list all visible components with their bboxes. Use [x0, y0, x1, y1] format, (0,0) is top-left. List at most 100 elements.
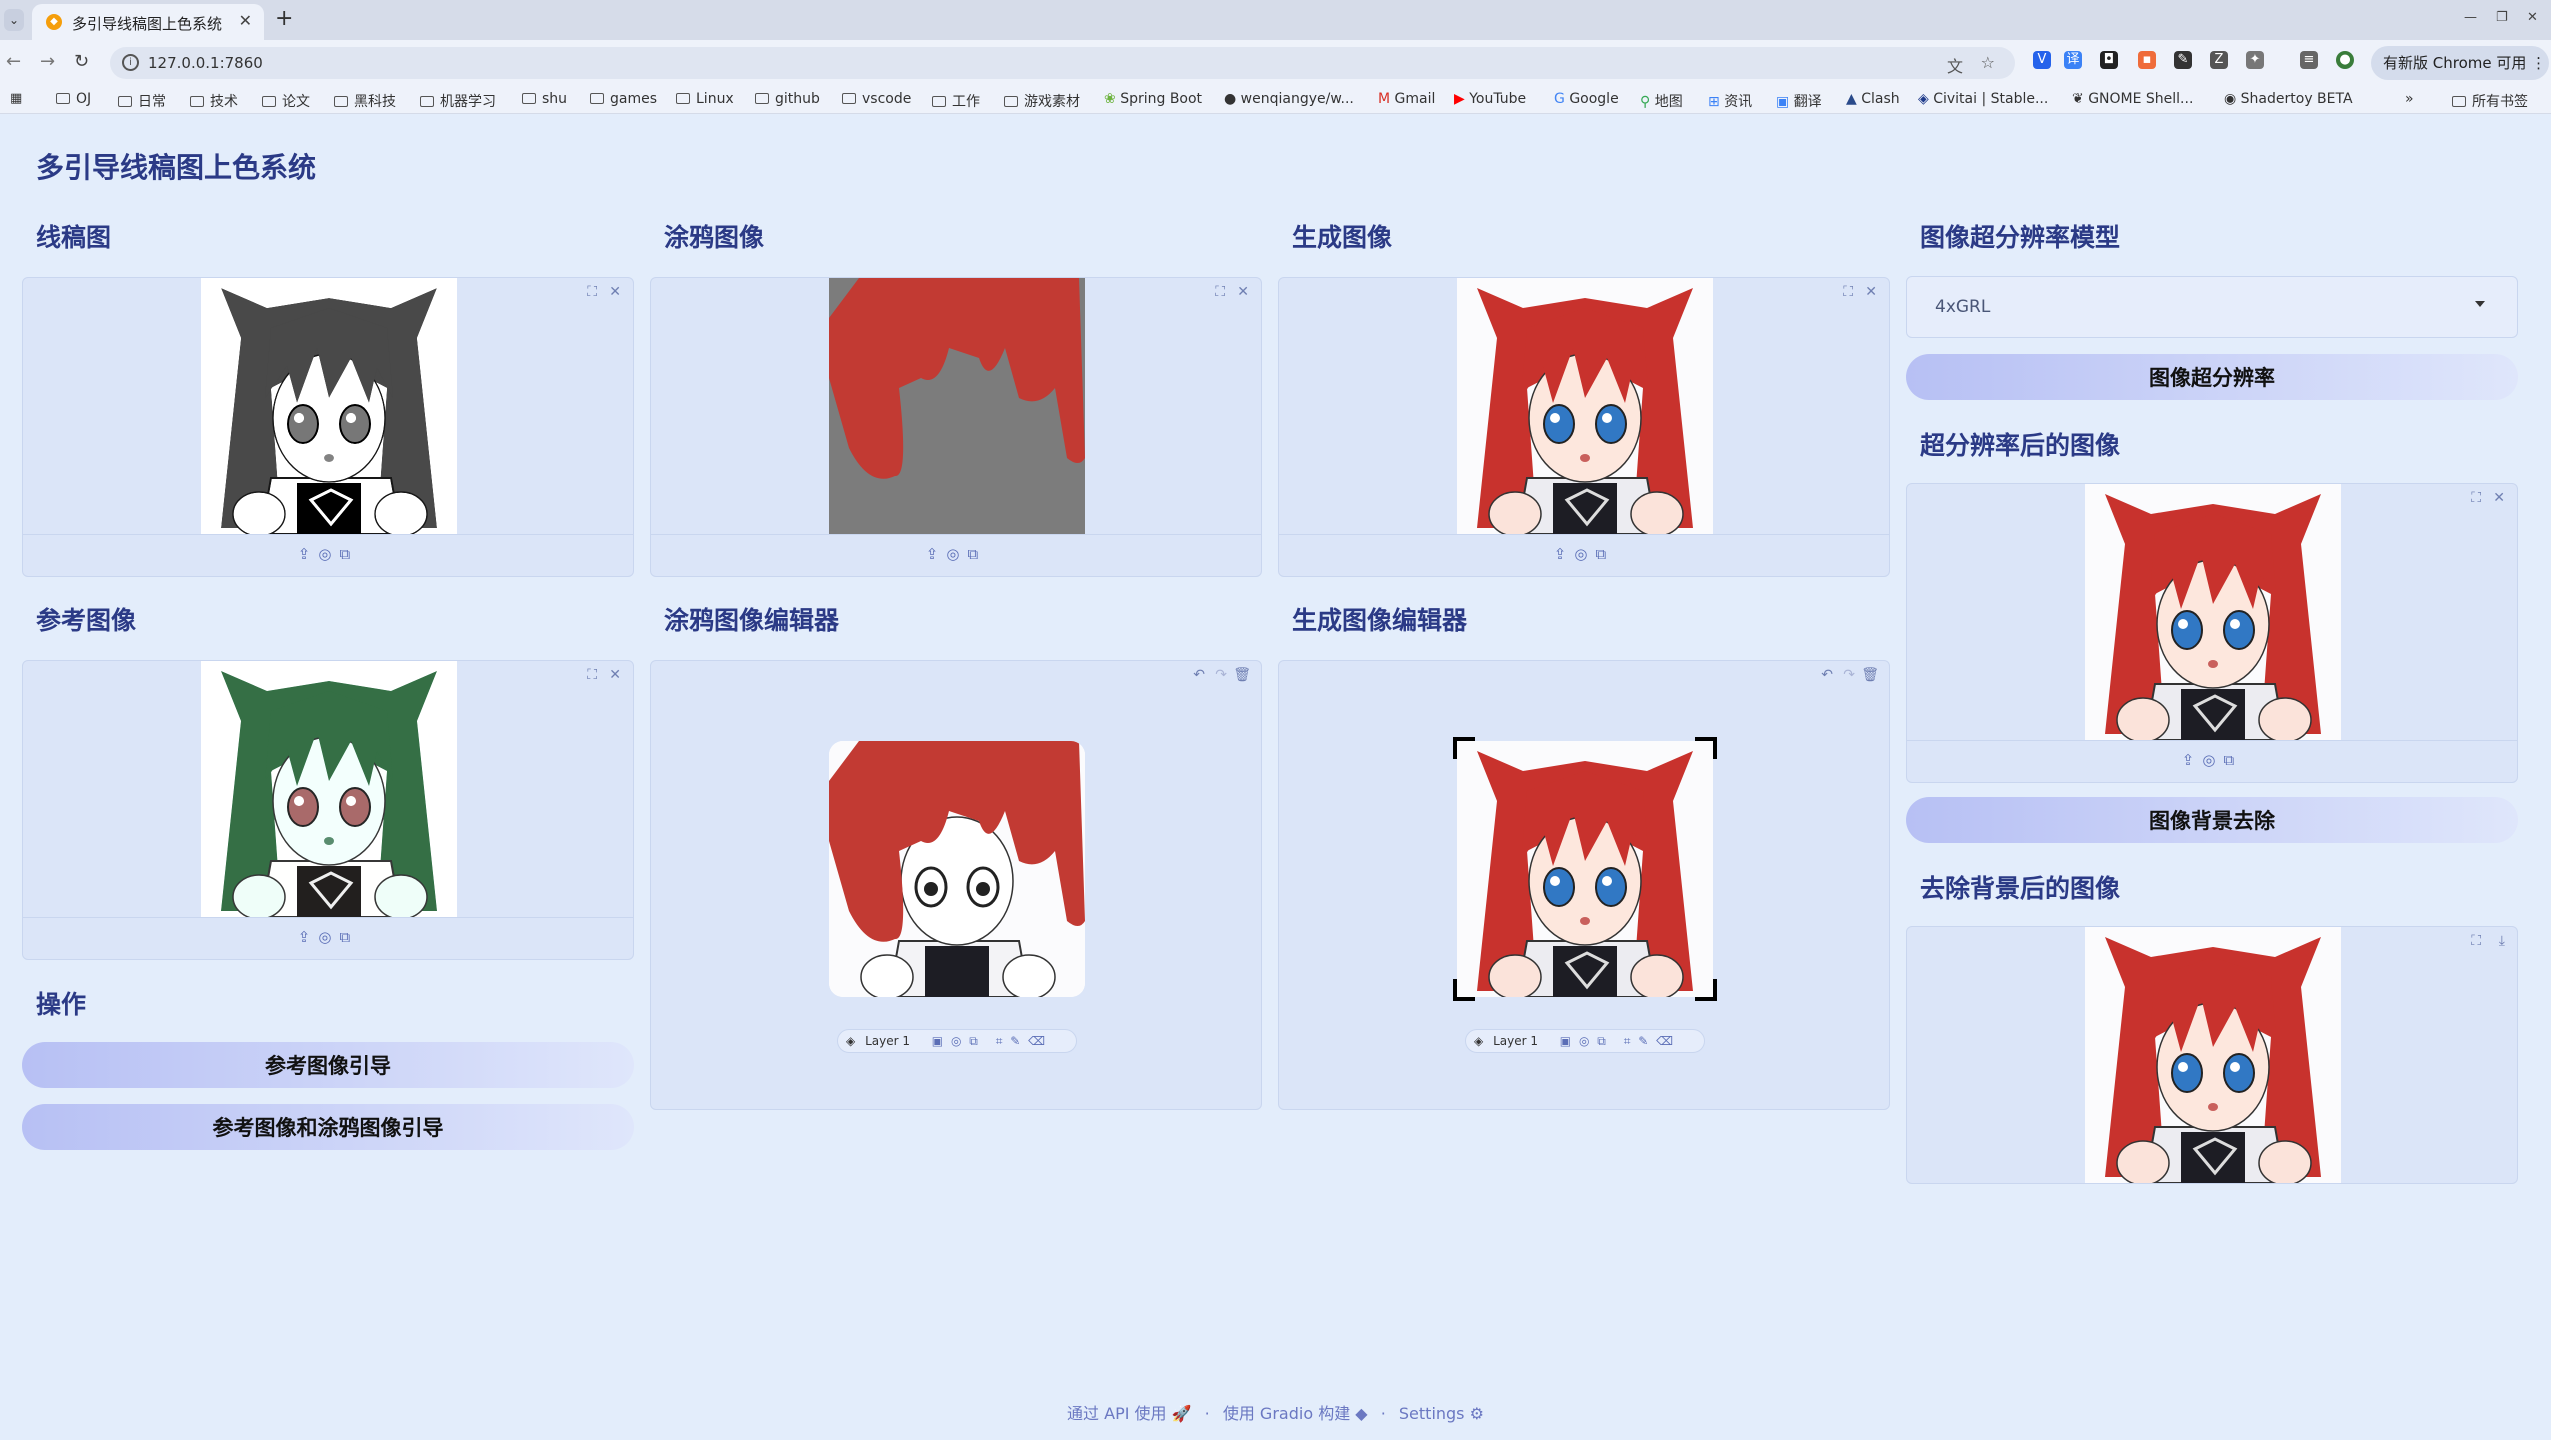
bookmark-ml[interactable]: 机器学习: [420, 91, 496, 111]
all-bookmarks[interactable]: 所有书签: [2452, 91, 2528, 111]
layer-name[interactable]: Layer 1: [865, 1034, 910, 1048]
bookmark-linux[interactable]: Linux: [676, 91, 734, 107]
webcam-icon[interactable]: ◎: [318, 928, 339, 946]
extension-v-icon[interactable]: V: [2033, 51, 2051, 69]
image-upload-icon[interactable]: ▣: [1560, 1034, 1571, 1048]
scribble-editor-canvas[interactable]: [829, 741, 1085, 997]
webcam-icon[interactable]: ◎: [951, 1034, 961, 1048]
crop-handle[interactable]: [1695, 979, 1717, 1001]
bookmark-maps[interactable]: ⚲ 地图: [1640, 91, 1683, 111]
extension-translate-icon[interactable]: 译: [2064, 51, 2082, 69]
bookmark-blacktech[interactable]: 黑科技: [334, 91, 396, 111]
bookmarks-overflow-icon[interactable]: »: [2405, 91, 2414, 107]
bookmark-gnome-shell[interactable]: ❦ GNOME Shell...: [2072, 91, 2193, 107]
eraser-icon[interactable]: ⌫: [1656, 1034, 1673, 1048]
bookmark-games[interactable]: games: [590, 91, 657, 107]
trash-icon[interactable]: 🗑: [1233, 667, 1251, 683]
sr-model-dropdown[interactable]: 4xGRL: [1906, 276, 2518, 338]
webcam-icon[interactable]: ◎: [946, 545, 967, 563]
webcam-icon[interactable]: ◎: [2202, 751, 2223, 769]
back-icon[interactable]: ←: [6, 51, 21, 72]
bookmark-youtube[interactable]: ▶ YouTube: [1454, 91, 1526, 107]
site-info-icon[interactable]: i: [122, 54, 139, 71]
undo-icon[interactable]: ↶: [1821, 667, 1833, 683]
upload-icon[interactable]: ⇪: [298, 928, 319, 946]
clear-icon[interactable]: ✕: [1237, 284, 1249, 300]
bookmark-daily[interactable]: 日常: [118, 91, 166, 111]
reference-guide-button[interactable]: 参考图像引导: [22, 1042, 634, 1088]
redo-icon[interactable]: ↷: [1215, 667, 1227, 683]
clipboard-icon[interactable]: ⧉: [969, 1034, 978, 1048]
bookmark-shu[interactable]: shu: [522, 91, 567, 107]
layers-icon[interactable]: ◈: [846, 1034, 855, 1048]
profile-avatar-icon[interactable]: ●: [2336, 51, 2354, 69]
bookmark-work[interactable]: 工作: [932, 91, 980, 111]
upload-icon[interactable]: ⇪: [926, 545, 947, 563]
bookmark-tech[interactable]: 技术: [190, 91, 238, 111]
translate-icon[interactable]: 文: [1947, 53, 1963, 77]
crop-handle[interactable]: [1695, 737, 1717, 759]
bookmark-vscode[interactable]: vscode: [842, 91, 911, 107]
layers-icon[interactable]: ◈: [1474, 1034, 1483, 1048]
clipboard-icon[interactable]: ⧉: [967, 545, 986, 563]
extension-leaf-icon[interactable]: ✎: [2174, 51, 2192, 69]
gradio-link[interactable]: 使用 Gradio 构建 ◆: [1223, 1404, 1368, 1423]
close-tab-icon[interactable]: ✕: [239, 11, 252, 30]
clear-icon[interactable]: ✕: [2493, 490, 2505, 506]
clear-icon[interactable]: ✕: [1865, 284, 1877, 300]
trash-icon[interactable]: 🗑: [1861, 667, 1879, 683]
new-tab-icon[interactable]: +: [275, 6, 293, 31]
address-bar[interactable]: i 127.0.0.1:7860 文 ☆: [110, 47, 2015, 79]
apps-grid-icon[interactable]: ▦: [10, 91, 22, 106]
fullscreen-icon[interactable]: ⛶: [2471, 933, 2481, 949]
forward-icon[interactable]: →: [40, 51, 55, 72]
clear-icon[interactable]: ✕: [609, 284, 621, 300]
extension-z-icon[interactable]: Z: [2210, 51, 2228, 69]
download-icon[interactable]: ⤓: [2499, 933, 2505, 949]
eraser-icon[interactable]: ⌫: [1028, 1034, 1045, 1048]
crop-handle[interactable]: [1453, 979, 1475, 1001]
upload-icon[interactable]: ⇪: [298, 545, 319, 563]
fullscreen-icon[interactable]: ⛶: [1843, 284, 1853, 300]
bookmark-translate[interactable]: ▣ 翻译: [1776, 91, 1822, 111]
webcam-icon[interactable]: ◎: [1579, 1034, 1589, 1048]
bookmark-oj[interactable]: OJ: [56, 91, 91, 107]
restore-icon[interactable]: ❐: [2496, 10, 2508, 25]
extension-orange-icon[interactable]: ▪: [2138, 51, 2156, 69]
minimize-icon[interactable]: —: [2464, 10, 2477, 25]
layer-name[interactable]: Layer 1: [1493, 1034, 1538, 1048]
image-upload-icon[interactable]: ▣: [932, 1034, 943, 1048]
upload-icon[interactable]: ⇪: [2182, 751, 2203, 769]
fullscreen-icon[interactable]: ⛶: [587, 284, 597, 300]
reference-scribble-guide-button[interactable]: 参考图像和涂鸦图像引导: [22, 1104, 634, 1150]
fullscreen-icon[interactable]: ⛶: [2471, 490, 2481, 506]
bookmark-game-assets[interactable]: 游戏素材: [1004, 91, 1080, 111]
remove-background-button[interactable]: 图像背景去除: [1906, 797, 2518, 843]
reading-list-icon[interactable]: ≡: [2300, 51, 2318, 69]
bookmark-clash[interactable]: ▲ Clash: [1846, 91, 1900, 107]
clear-icon[interactable]: ✕: [609, 667, 621, 683]
bookmark-gmail[interactable]: M Gmail: [1378, 91, 1435, 107]
clipboard-icon[interactable]: ⧉: [1595, 545, 1614, 563]
crop-handle[interactable]: [1453, 737, 1475, 759]
bookmark-spring-boot[interactable]: ❀ Spring Boot: [1104, 91, 1202, 107]
bookmark-wenqiangye[interactable]: ● wenqiangye/w...: [1224, 91, 1354, 107]
clipboard-icon[interactable]: ⧉: [339, 545, 358, 563]
brush-icon[interactable]: ✎: [1010, 1034, 1020, 1048]
bookmark-google[interactable]: G Google: [1554, 91, 1619, 107]
tab-search-icon[interactable]: ⌄: [4, 9, 24, 31]
upload-icon[interactable]: ⇪: [1554, 545, 1575, 563]
bookmark-civitai[interactable]: ◈ Civitai | Stable...: [1918, 91, 2048, 107]
extensions-puzzle-icon[interactable]: ✦: [2246, 51, 2264, 69]
bookmark-papers[interactable]: 论文: [262, 91, 310, 111]
webcam-icon[interactable]: ◎: [318, 545, 339, 563]
brush-icon[interactable]: ✎: [1638, 1034, 1648, 1048]
fullscreen-icon[interactable]: ⛶: [587, 667, 597, 683]
super-resolution-button[interactable]: 图像超分辨率: [1906, 354, 2518, 400]
fullscreen-icon[interactable]: ⛶: [1215, 284, 1225, 300]
redo-icon[interactable]: ↷: [1843, 667, 1855, 683]
undo-icon[interactable]: ↶: [1193, 667, 1205, 683]
extension-gamepad-icon[interactable]: ◘: [2100, 51, 2118, 69]
bookmark-news[interactable]: ⊞ 资讯: [1708, 91, 1752, 111]
chrome-update-button[interactable]: 有新版 Chrome 可用 ⋮: [2371, 46, 2549, 80]
